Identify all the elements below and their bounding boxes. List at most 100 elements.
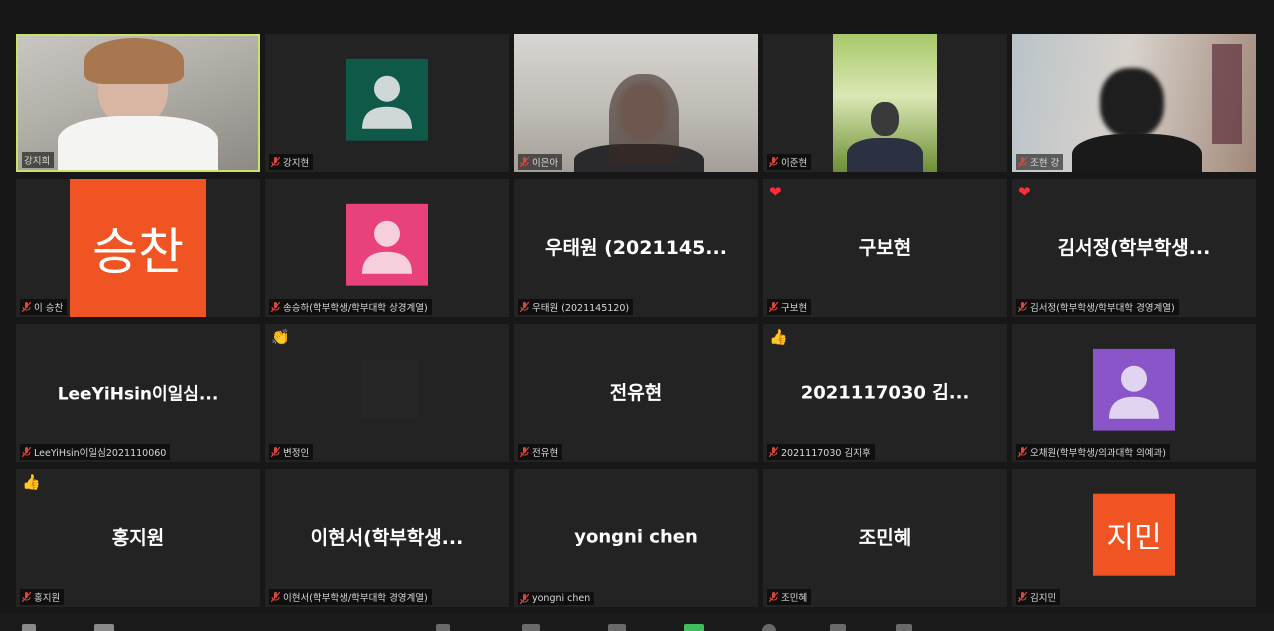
- security-button[interactable]: [436, 624, 450, 631]
- participant-label: 홍지원: [20, 589, 65, 605]
- mute-button[interactable]: [22, 624, 36, 631]
- video-button[interactable]: [94, 624, 114, 631]
- participant-display-name: 조민혜: [858, 527, 912, 550]
- participant-label: 이준현: [767, 154, 812, 170]
- participant-name: 오채원(학부학생/의과대학 의예과): [1030, 448, 1166, 459]
- participant-display-name: 전유현: [609, 382, 663, 405]
- record-button[interactable]: [762, 624, 776, 631]
- camera-feed: [1012, 34, 1256, 172]
- participant-display-name: 이현서(학부학생...: [310, 527, 464, 550]
- participant-name: 강지현: [283, 158, 310, 169]
- camera-feed: [514, 34, 758, 172]
- more-button[interactable]: [896, 624, 912, 631]
- participant-name: 구보현: [781, 303, 808, 314]
- thumbs-up-reaction-icon: 👍: [769, 328, 788, 346]
- video-tile-9[interactable]: ❤ 김서정(학부학생... 김서정(학부학생/학부대학 경영계열): [1012, 179, 1256, 317]
- video-tile-8[interactable]: ❤ 구보현 구보현: [763, 179, 1007, 317]
- camera-feed: [361, 360, 417, 418]
- participant-name: LeeYiHsin이일심2021110060: [34, 448, 167, 459]
- participant-name: 송승하(학부학생/학부대학 상경계열): [283, 303, 428, 314]
- muted-mic-icon: [520, 302, 529, 312]
- participant-name: 김서정(학부학생/학부대학 경영계열): [1030, 303, 1175, 314]
- reactions-button[interactable]: [830, 624, 846, 631]
- participant-name: 조민혜: [781, 593, 808, 604]
- person-avatar-icon: [346, 58, 428, 141]
- gallery-grid: 강지희 강지현 이은아 이준현 조현 강 승찬 이 승찬 송승하(학부학생/학부…: [16, 34, 1256, 608]
- participant-label: 전유현: [518, 444, 563, 460]
- participant-display-name: 김서정(학부학생...: [1057, 237, 1211, 260]
- participant-label: 김지민: [1016, 589, 1061, 605]
- participant-label: LeeYiHsin이일심2021110060: [20, 444, 171, 460]
- initials-text: 승찬: [92, 223, 184, 281]
- participant-display-name: yongni chen: [574, 526, 698, 548]
- participant-name: 조현 강: [1030, 158, 1060, 169]
- video-tile-16[interactable]: 이현서(학부학생... 이현서(학부학생/학부대학 경영계열): [265, 469, 509, 607]
- video-tile-14[interactable]: 오채원(학부학생/의과대학 의예과): [1012, 324, 1256, 462]
- video-tile-7[interactable]: 우태원 (2021145... 우태원 (2021145120): [514, 179, 758, 317]
- muted-mic-icon: [22, 447, 31, 457]
- clap-reaction-icon: 👏: [271, 328, 290, 346]
- participant-name: 변정인: [283, 448, 310, 459]
- muted-mic-icon: [520, 593, 529, 604]
- participant-display-name: 구보현: [858, 237, 912, 260]
- avatar: [1093, 348, 1175, 431]
- muted-mic-icon: [769, 157, 778, 167]
- participant-name: 김지민: [1030, 593, 1057, 604]
- muted-mic-icon: [1018, 157, 1027, 167]
- participant-label: 우태원 (2021145120): [518, 299, 634, 315]
- camera-feed: [833, 34, 937, 172]
- muted-mic-icon: [520, 447, 529, 457]
- video-tile-4[interactable]: 조현 강: [1012, 34, 1256, 172]
- initials-text: 지민: [1106, 520, 1162, 556]
- participant-label: 이 승찬: [20, 299, 68, 315]
- participant-name: 이 승찬: [34, 303, 64, 314]
- video-tile-5[interactable]: 승찬 이 승찬: [16, 179, 260, 317]
- video-tile-6[interactable]: 송승하(학부학생/학부대학 상경계열): [265, 179, 509, 317]
- participant-display-name: 홍지원: [111, 527, 165, 550]
- participant-label: 변정인: [269, 444, 314, 460]
- muted-mic-icon: [1018, 447, 1027, 457]
- initials-avatar: 승찬: [70, 179, 206, 317]
- video-tile-1[interactable]: 강지현: [265, 34, 509, 172]
- video-tile-3[interactable]: 이준현: [763, 34, 1007, 172]
- participant-label: 이현서(학부학생/학부대학 경영계열): [269, 589, 432, 605]
- muted-mic-icon: [520, 157, 529, 167]
- video-tile-11[interactable]: 👏 변정인: [265, 324, 509, 462]
- video-tile-17[interactable]: yongni chen yongni chen: [514, 469, 758, 607]
- camera-feed: [18, 36, 258, 170]
- chat-button[interactable]: [608, 624, 626, 631]
- video-tile-15[interactable]: 👍 홍지원 홍지원: [16, 469, 260, 607]
- muted-mic-icon: [271, 592, 280, 602]
- video-tile-0[interactable]: 강지희: [16, 34, 260, 172]
- heart-reaction-icon: ❤: [1018, 183, 1031, 201]
- participant-label: 이은아: [518, 154, 563, 170]
- participant-label: 송승하(학부학생/학부대학 상경계열): [269, 299, 432, 315]
- participant-name: 이현서(학부학생/학부대학 경영계열): [283, 593, 428, 604]
- participant-display-name: LeeYiHsin이일심...: [57, 384, 219, 405]
- thumbs-up-reaction-icon: 👍: [22, 473, 41, 491]
- muted-mic-icon: [271, 302, 280, 312]
- video-tile-18[interactable]: 조민혜 조민혜: [763, 469, 1007, 607]
- participant-label: 오채원(학부학생/의과대학 의예과): [1016, 444, 1170, 460]
- muted-mic-icon: [271, 447, 280, 457]
- video-tile-12[interactable]: 전유현 전유현: [514, 324, 758, 462]
- avatar: [346, 203, 428, 286]
- participant-label: 강지현: [269, 154, 314, 170]
- video-tile-19[interactable]: 지민 김지민: [1012, 469, 1256, 607]
- initials-avatar: 지민: [1093, 493, 1175, 576]
- person-avatar-icon: [1093, 348, 1175, 431]
- participant-label: 조현 강: [1016, 154, 1064, 170]
- participant-name: yongni chen: [532, 593, 591, 604]
- participant-label: yongni chen: [518, 592, 595, 605]
- video-tile-10[interactable]: LeeYiHsin이일심... LeeYiHsin이일심2021110060: [16, 324, 260, 462]
- muted-mic-icon: [271, 157, 280, 167]
- participant-name: 홍지원: [34, 593, 61, 604]
- muted-mic-icon: [769, 302, 778, 312]
- participant-label: 2021117030 김지후: [767, 444, 875, 460]
- participant-name: 이은아: [532, 158, 559, 169]
- participant-label: 구보현: [767, 299, 812, 315]
- participants-button[interactable]: [522, 624, 540, 631]
- video-tile-13[interactable]: 👍 2021117030 김... 2021117030 김지후: [763, 324, 1007, 462]
- video-tile-2[interactable]: 이은아: [514, 34, 758, 172]
- share-screen-button[interactable]: [684, 624, 704, 631]
